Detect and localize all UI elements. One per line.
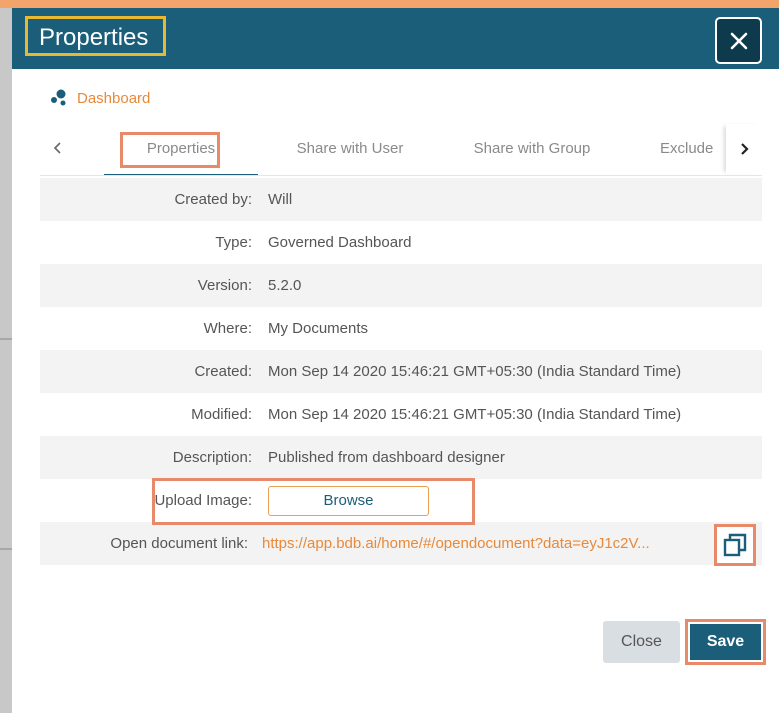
property-value: Published from dashboard designer	[268, 449, 505, 466]
property-label: Version:	[197, 277, 252, 294]
property-value: Will	[268, 191, 293, 208]
property-row-created: Created: Mon Sep 14 2020 15:46:21 GMT+05…	[40, 350, 762, 393]
property-label: Created by:	[174, 191, 252, 208]
copy-icon	[723, 533, 747, 557]
tab-divider	[40, 175, 762, 176]
divider	[0, 548, 12, 550]
property-label: Description:	[172, 449, 252, 466]
property-row-modified: Modified: Mon Sep 14 2020 15:46:21 GMT+0…	[40, 393, 762, 436]
open-document-link[interactable]: https://app.bdb.ai/home/#/opendocument?d…	[262, 535, 702, 552]
close-button[interactable]: Close	[603, 621, 680, 663]
save-highlight: Save	[685, 619, 766, 665]
property-label: Created:	[194, 363, 252, 380]
dialog-header: Properties	[12, 8, 779, 69]
copy-link-button[interactable]	[714, 524, 756, 566]
property-value: Governed Dashboard	[268, 234, 412, 251]
tab-next-button[interactable]	[726, 124, 762, 174]
property-label: Upload Image:	[154, 492, 252, 509]
property-row-version: Version: 5.2.0	[40, 264, 762, 307]
tab-exclude[interactable]: Exclude	[660, 124, 726, 174]
chevron-left-icon	[53, 142, 61, 154]
breadcrumb-dashboard-label[interactable]: Dashboard	[77, 90, 150, 107]
property-row-description: Description: Published from dashboard de…	[40, 436, 762, 479]
close-icon	[730, 32, 747, 49]
property-label: Open document link:	[110, 535, 248, 552]
property-value: Mon Sep 14 2020 15:46:21 GMT+05:30 (Indi…	[268, 363, 682, 380]
property-value: Mon Sep 14 2020 15:46:21 GMT+05:30 (Indi…	[268, 406, 682, 423]
property-label: Where:	[203, 320, 252, 337]
property-value: 5.2.0	[268, 277, 302, 294]
close-dialog-button[interactable]	[715, 17, 762, 64]
browse-button[interactable]: Browse	[268, 485, 429, 516]
property-row-type: Type: Governed Dashboard	[40, 221, 762, 264]
background-left-strip	[0, 8, 12, 713]
tab-share-with-user[interactable]: Share with User	[272, 124, 428, 174]
property-label: Type:	[215, 234, 252, 251]
property-value: My Documents	[268, 320, 369, 337]
dialog-title: Properties	[39, 24, 149, 51]
tab-share-with-group[interactable]: Share with Group	[450, 124, 614, 174]
property-label: Modified:	[191, 406, 252, 423]
save-button[interactable]: Save	[690, 624, 761, 660]
property-row-open-document-link: Open document link: https://app.bdb.ai/h…	[40, 522, 762, 565]
properties-dialog: Properties Dashboard Properties Share wi…	[12, 8, 779, 713]
property-row-created-by: Created by: Will	[40, 178, 762, 221]
properties-list: Created by: Will Type: Governed Dashboar…	[40, 178, 762, 566]
tab-bar: Properties Share with User Share with Gr…	[40, 124, 762, 176]
dashboard-icon	[51, 89, 66, 106]
divider	[0, 338, 12, 340]
breadcrumb: Dashboard	[49, 88, 150, 108]
top-accent-stripe	[0, 0, 779, 8]
chevron-right-icon	[741, 143, 749, 155]
tab-prev-button[interactable]	[40, 132, 76, 164]
property-row-upload-image: Upload Image: Browse	[40, 479, 762, 522]
tab-properties[interactable]: Properties	[104, 124, 258, 176]
property-row-where: Where: My Documents	[40, 307, 762, 350]
